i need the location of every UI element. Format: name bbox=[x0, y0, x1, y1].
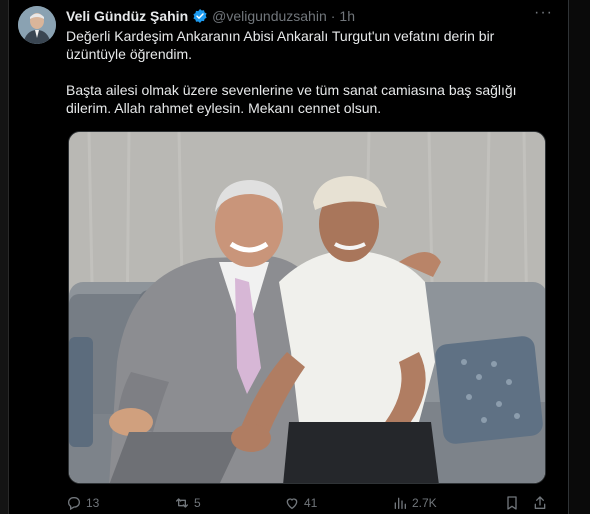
author-avatar[interactable] bbox=[18, 6, 56, 44]
reply-button[interactable]: 13 bbox=[66, 495, 99, 511]
time-separator: · bbox=[330, 8, 336, 24]
author-name[interactable]: Veli Gündüz Şahin bbox=[66, 8, 188, 24]
right-scroll-area bbox=[568, 0, 590, 514]
reply-count: 13 bbox=[86, 496, 100, 510]
post-time[interactable]: 1h bbox=[339, 8, 355, 24]
share-button[interactable] bbox=[532, 495, 552, 511]
bookmark-button[interactable] bbox=[504, 495, 524, 511]
left-window-edge bbox=[0, 0, 9, 514]
share-icon bbox=[534, 496, 546, 509]
views-icon bbox=[394, 497, 406, 509]
post-header: Veli Gündüz Şahin @veligunduzsahin · 1h bbox=[66, 7, 355, 25]
like-icon bbox=[286, 498, 298, 510]
action-bar: 13 5 41 2.7K bbox=[66, 495, 556, 513]
like-button[interactable]: 41 bbox=[284, 495, 317, 511]
views-count: 2.7K bbox=[412, 496, 437, 510]
like-count: 41 bbox=[304, 496, 318, 510]
reply-icon bbox=[68, 497, 80, 511]
post-text-paragraph-2: Başta ailesi olmak üzere sevenlerine ve … bbox=[66, 82, 517, 116]
post-photo[interactable] bbox=[68, 131, 546, 484]
author-handle[interactable]: @veligunduzsahin bbox=[212, 8, 327, 24]
verified-badge-icon bbox=[192, 8, 208, 24]
repost-count: 5 bbox=[194, 496, 201, 510]
post-text-paragraph-1: Değerli Kardeşim Ankaranın Abisi Ankaral… bbox=[66, 28, 495, 62]
more-options-icon[interactable]: ··· bbox=[534, 4, 553, 22]
views-button[interactable]: 2.7K bbox=[392, 495, 437, 511]
repost-button[interactable]: 5 bbox=[174, 495, 201, 511]
post-text: Değerli Kardeşim Ankaranın Abisi Ankaral… bbox=[66, 27, 546, 135]
repost-icon bbox=[176, 498, 188, 508]
bookmark-icon bbox=[507, 496, 517, 510]
